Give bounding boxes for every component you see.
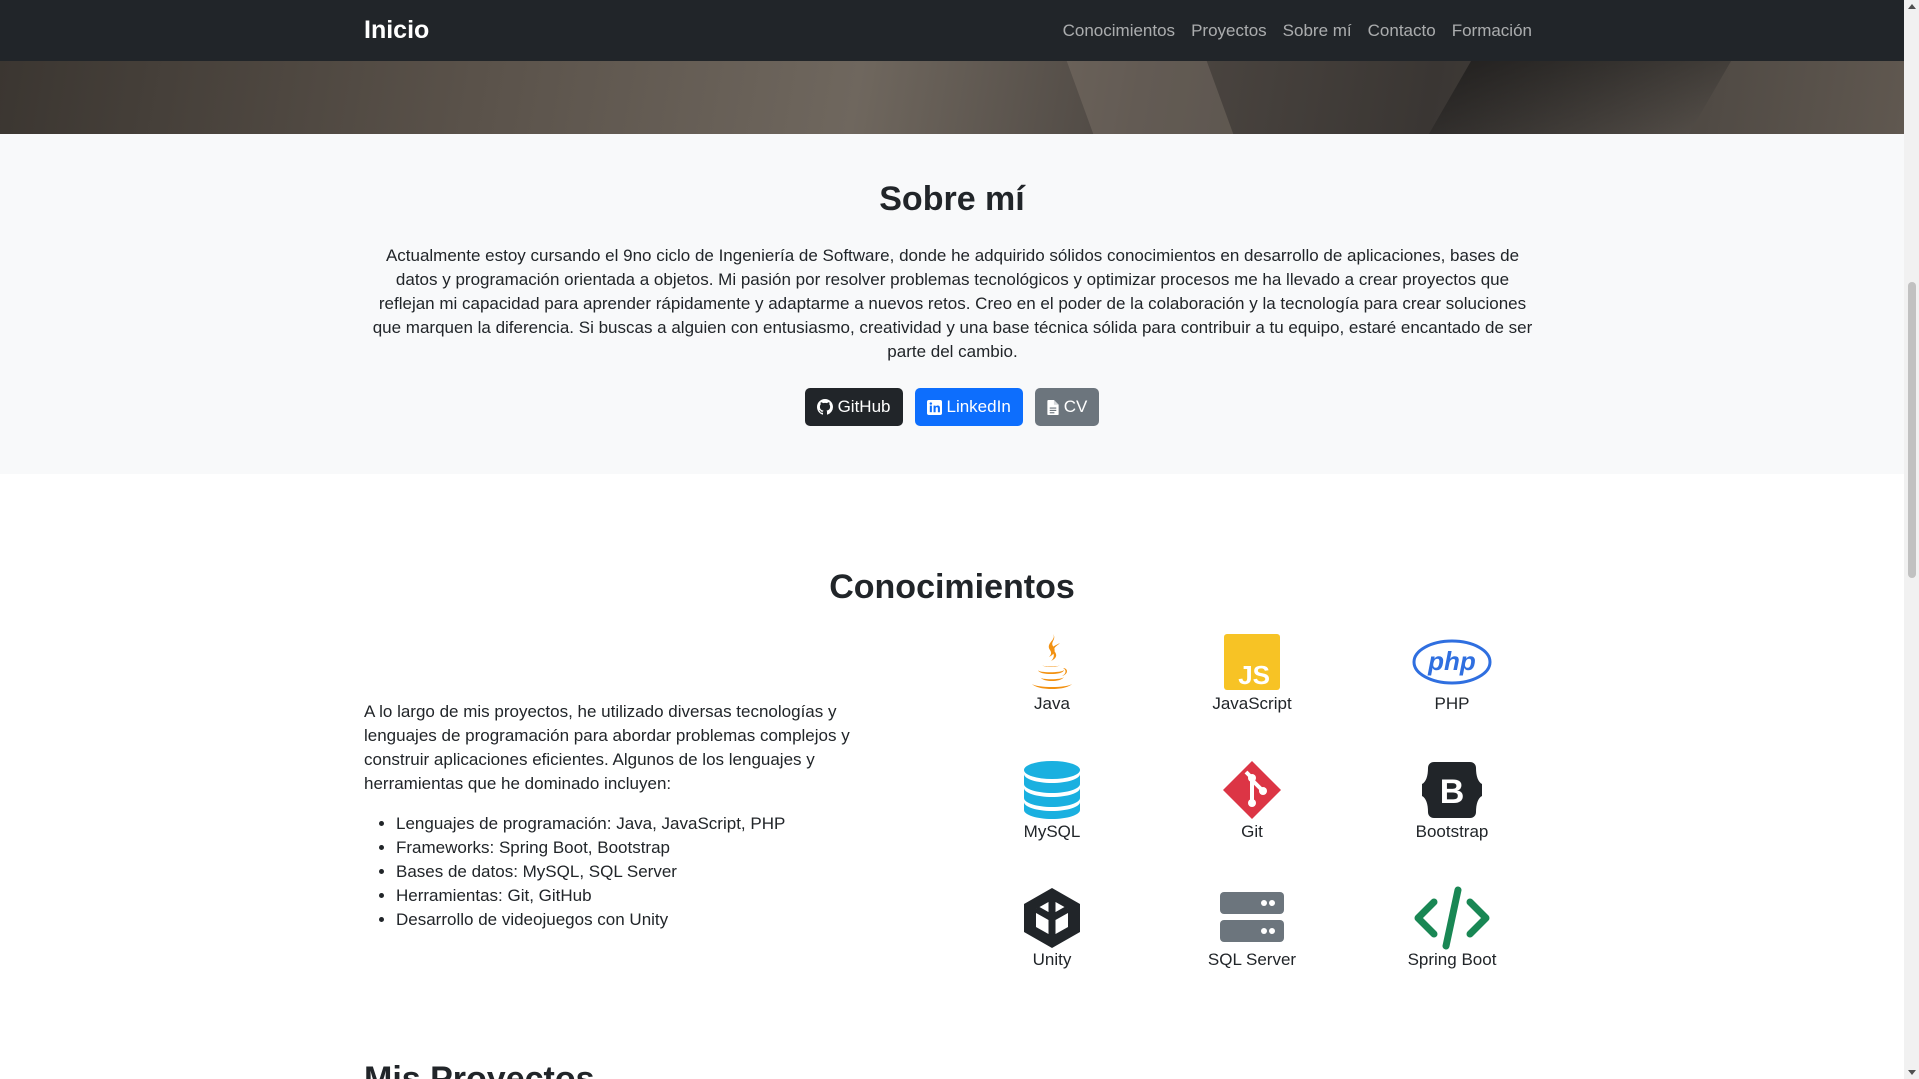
skill-label: SQL Server (1207, 950, 1297, 969)
list-item: Frameworks: Spring Boot, Bootstrap (396, 836, 909, 860)
skill-bootstrap: B Bootstrap (1352, 758, 1552, 842)
skill-git: Git (1152, 758, 1352, 842)
skill-label: Spring Boot (1407, 950, 1497, 969)
nav-link-proyectos[interactable]: Proyectos (1191, 21, 1267, 41)
skill-java: Java (952, 630, 1152, 714)
code-icon (1414, 886, 1490, 950)
skill-javascript: JS JavaScript (1152, 630, 1352, 714)
skill-label: Bootstrap (1415, 822, 1489, 841)
skill-label: Git (1241, 822, 1263, 841)
skill-unity: Unity (952, 886, 1152, 970)
scroll-up-arrow-icon[interactable] (1908, 4, 1916, 9)
skill-label: JavaScript (1212, 694, 1292, 713)
svg-text:B: B (1440, 773, 1465, 811)
social-buttons: GitHub LinkedIn CV (0, 388, 1904, 426)
bootstrap-icon: B (1422, 762, 1482, 818)
scrollbar-thumb[interactable] (1908, 282, 1916, 578)
skills-description: A lo largo de mis proyectos, he utilizad… (364, 700, 909, 932)
about-text: Actualmente estoy cursando el 9no ciclo … (372, 246, 1533, 361)
linkedin-label: LinkedIn (946, 397, 1011, 416)
svg-text:JS: JS (1238, 660, 1270, 690)
navbar-container: Inicio Conocimientos Proyectos Sobre mí … (364, 0, 1532, 61)
skill-label: Unity (1032, 950, 1072, 969)
hero-image (0, 61, 1904, 134)
javascript-icon: JS (1224, 634, 1280, 690)
about-section: Sobre mí Actualmente estoy cursando el 9… (0, 134, 1904, 474)
skills-intro: A lo largo de mis proyectos, he utilizad… (364, 702, 850, 793)
github-button[interactable]: GitHub (804, 388, 903, 426)
scrollbar[interactable] (1904, 0, 1919, 1079)
nav-link-conocimientos[interactable]: Conocimientos (1063, 21, 1175, 41)
skill-mysql: MySQL (952, 758, 1152, 842)
skill-label: MySQL (1023, 822, 1081, 841)
git-icon (1223, 761, 1281, 819)
cv-label: CV (1063, 397, 1088, 416)
java-icon (1032, 634, 1072, 689)
nav-links: Conocimientos Proyectos Sobre mí Contact… (1063, 21, 1532, 41)
mysql-icon (1024, 761, 1080, 819)
linkedin-button[interactable]: LinkedIn (914, 388, 1023, 426)
github-icon (816, 399, 833, 415)
skill-label: Java (1034, 694, 1070, 713)
github-label: GitHub (837, 397, 891, 416)
navbar-brand[interactable]: Inicio (364, 16, 429, 45)
about-title: Sobre mí (879, 180, 1025, 218)
document-icon (1047, 399, 1059, 415)
skills-list: Lenguajes de programación: Java, JavaScr… (364, 812, 909, 932)
skills-title: Conocimientos (829, 568, 1075, 606)
unity-icon (1024, 888, 1080, 948)
scroll-down-arrow-icon[interactable] (1908, 1070, 1916, 1075)
linkedin-icon (926, 399, 942, 415)
nav-link-contacto[interactable]: Contacto (1368, 21, 1436, 41)
nav-link-formacion[interactable]: Formación (1452, 21, 1532, 41)
skill-php: php PHP (1352, 630, 1552, 714)
list-item: Bases de datos: MySQL, SQL Server (396, 860, 909, 884)
skill-label: PHP (1434, 694, 1470, 713)
projects-title: Mis Proyectos (364, 1060, 595, 1079)
php-icon: php (1412, 639, 1492, 685)
skill-spring-boot: Spring Boot (1352, 886, 1552, 970)
svg-text:php: php (1427, 646, 1476, 676)
sql-server-icon (1220, 892, 1284, 942)
list-item: Lenguajes de programación: Java, JavaScr… (396, 812, 909, 836)
nav-link-sobre-mi[interactable]: Sobre mí (1283, 21, 1352, 41)
list-item: Herramientas: Git, GitHub (396, 884, 909, 908)
skill-sql-server: SQL Server (1152, 886, 1352, 970)
list-item: Desarrollo de videojuegos con Unity (396, 908, 909, 932)
navbar: Inicio Conocimientos Proyectos Sobre mí … (0, 0, 1904, 61)
cv-button[interactable]: CV (1034, 388, 1100, 426)
